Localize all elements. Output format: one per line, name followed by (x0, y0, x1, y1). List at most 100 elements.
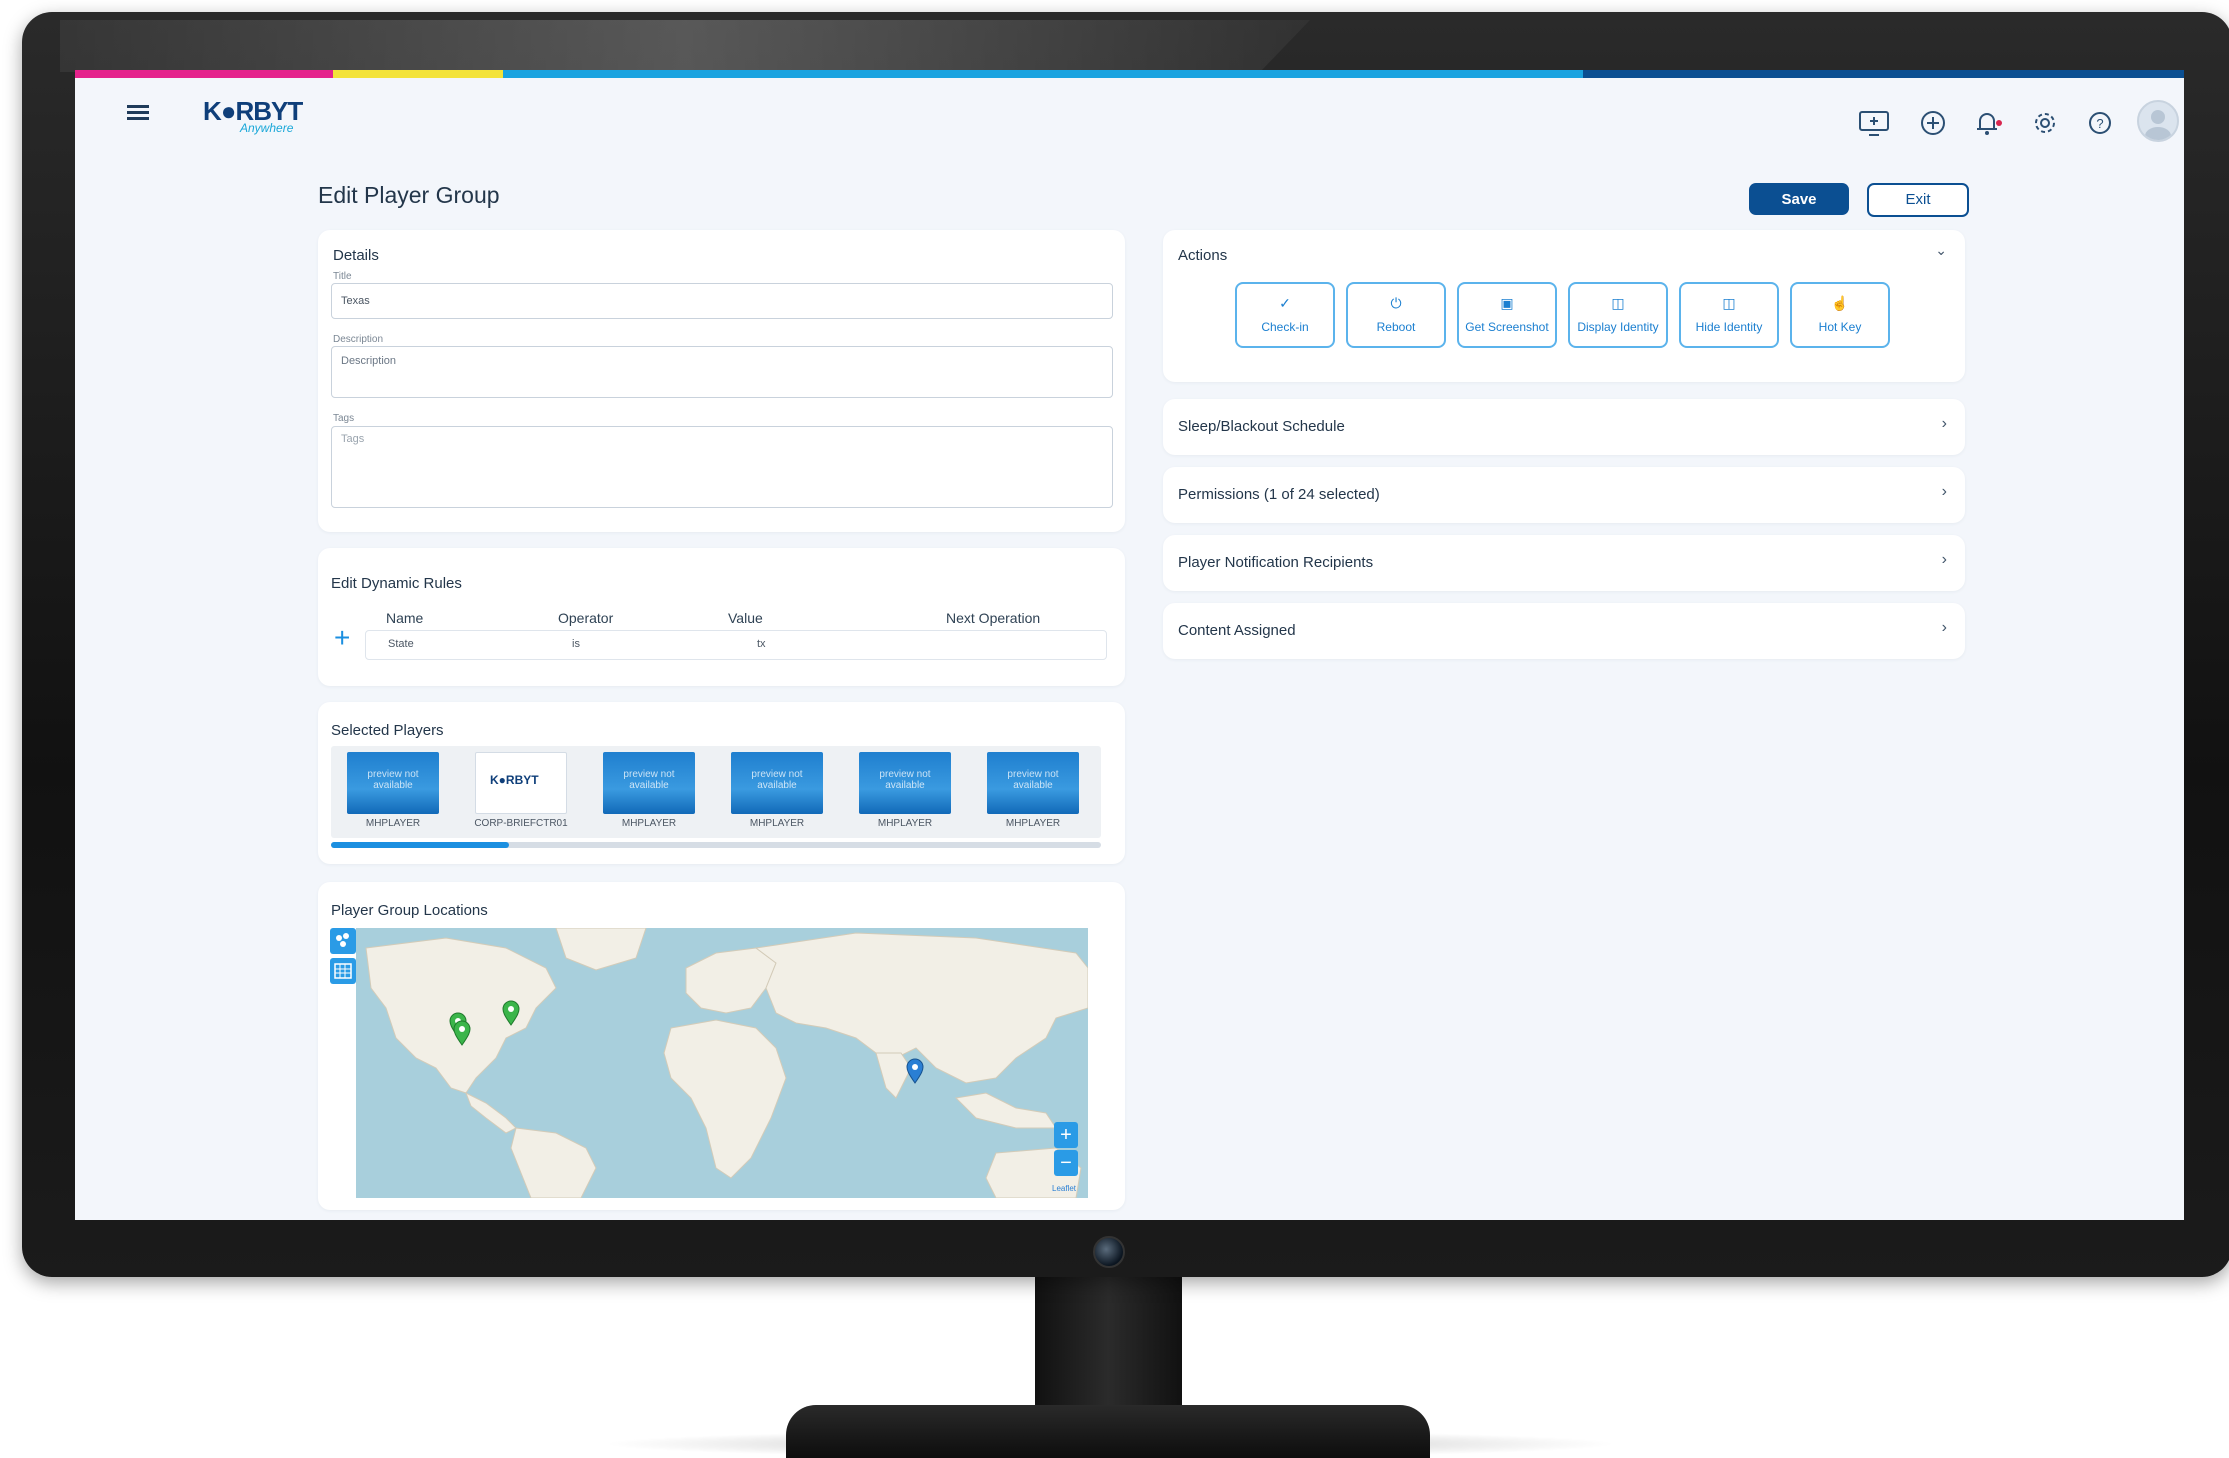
brand-stripe-magenta (75, 70, 333, 78)
map-marker-green[interactable] (502, 1000, 520, 1026)
action-button-label: Display Identity (1577, 320, 1659, 334)
page-title: Edit Player Group (318, 182, 500, 208)
players-scrollbar-thumb[interactable] (331, 842, 509, 848)
map-marker-green[interactable] (453, 1020, 471, 1046)
zoom-out-button[interactable]: − (1054, 1150, 1078, 1176)
player-name: MHPLAYER (621, 818, 677, 829)
accordion-sleep-blackout-schedule[interactable]: Sleep/Blackout Schedule › (1163, 399, 1965, 455)
rule-value-cell[interactable]: tx (757, 638, 766, 650)
rule-name-cell[interactable]: State (388, 638, 414, 650)
player-thumbnail[interactable]: preview not available (987, 752, 1079, 814)
player-thumbnail[interactable]: K●RBYT (475, 752, 567, 814)
locations-card: Player Group Locations + − Leaflet (318, 882, 1125, 1210)
power-icon: ⏻ (1390, 295, 1402, 311)
preview-unavailable-text: preview not available (879, 769, 931, 791)
save-button[interactable]: Save (1749, 183, 1849, 215)
accordion-title: Sleep/Blackout Schedule (1178, 418, 1345, 435)
action-button-check-in[interactable]: ✓ Check-in (1235, 282, 1335, 348)
player-thumbnail[interactable]: preview not available (347, 752, 439, 814)
world-map[interactable]: + − Leaflet (356, 928, 1088, 1198)
rule-row[interactable]: State is tx (365, 630, 1107, 660)
logo-subtitle: Anywhere (240, 121, 294, 135)
chevron-right-icon[interactable]: › (1942, 619, 1947, 637)
action-button-label: Hide Identity (1695, 320, 1763, 334)
gear-icon[interactable] (2030, 108, 2060, 138)
monitor-stand-neck (1035, 1277, 1182, 1415)
svg-text:?: ? (2096, 116, 2103, 131)
chevron-down-icon[interactable]: ⌄ (1935, 242, 1947, 259)
add-rule-plus-icon[interactable]: + (334, 622, 350, 654)
selected-players-card: Selected Players preview not available MH… (318, 702, 1125, 864)
action-button-label: Get Screenshot (1465, 320, 1549, 334)
accordion-content-assigned[interactable]: Content Assigned › (1163, 603, 1965, 659)
check-icon: ✓ (1279, 295, 1291, 311)
brand-stripe-yellow (333, 70, 503, 78)
chevron-right-icon[interactable]: › (1942, 415, 1947, 433)
column-header-next-operation: Next Operation (946, 610, 1041, 626)
user-avatar[interactable] (2137, 100, 2179, 142)
player-thumbnail[interactable]: preview not available (859, 752, 951, 814)
action-button-label: Reboot (1376, 320, 1416, 334)
actions-heading: Actions (1178, 247, 1228, 264)
column-header-operator: Operator (558, 610, 614, 626)
monitor-stand-base (786, 1405, 1430, 1458)
action-button-hide-identity[interactable]: ◫ Hide Identity (1679, 282, 1779, 348)
exit-button[interactable]: Exit (1867, 183, 1969, 217)
player-name: MHPLAYER (1005, 818, 1061, 829)
tags-label: Tags (333, 413, 355, 424)
player-thumbnail[interactable]: preview not available (731, 752, 823, 814)
cluster-toggle-icon[interactable] (330, 928, 356, 954)
action-button-label: Check-in (1261, 320, 1309, 334)
player-name: MHPLAYER (749, 818, 805, 829)
players-carousel: preview not available MHPLAYER K●RBYT CORP-… (331, 746, 1101, 838)
action-button-label: Hot Key (1818, 320, 1862, 334)
title-input[interactable]: Texas (331, 283, 1113, 319)
screenshot-icon: ▣ (1500, 295, 1514, 311)
map-attribution[interactable]: Leaflet (1052, 1184, 1076, 1193)
player-name: MHPLAYER (877, 818, 933, 829)
locations-heading: Player Group Locations (331, 902, 488, 919)
help-icon[interactable]: ? (2085, 108, 2115, 138)
screen-add-icon[interactable] (1858, 108, 1889, 138)
accordion-title: Content Assigned (1178, 622, 1296, 639)
hamburger-menu-icon[interactable] (127, 105, 149, 121)
tags-input[interactable]: Tags (331, 426, 1113, 508)
preview-unavailable-text: preview not available (623, 769, 675, 791)
webcam (1093, 1236, 1125, 1268)
top-bar: K●RBYT Anywhere ? (75, 78, 2184, 178)
description-textarea[interactable]: Description (331, 346, 1113, 398)
action-button-display-identity[interactable]: ◫ Display Identity (1568, 282, 1668, 348)
app-screen: K●RBYT Anywhere ? Edit Player Group Save… (75, 70, 2184, 1220)
plus-circle-icon[interactable] (1918, 108, 1948, 138)
map-marker-blue[interactable] (906, 1058, 924, 1084)
player-thumbnail[interactable]: preview not available (603, 752, 695, 814)
map-land (356, 928, 1088, 1198)
title-label: Title (333, 271, 352, 282)
chevron-right-icon[interactable]: › (1942, 483, 1947, 501)
bell-icon[interactable] (1972, 108, 2002, 138)
action-button-get-screenshot[interactable]: ▣ Get Screenshot (1457, 282, 1557, 348)
zoom-in-button[interactable]: + (1054, 1122, 1078, 1148)
monitor-glare (60, 20, 1310, 72)
hide-identity-icon: ◫ (1722, 295, 1736, 311)
preview-unavailable-text: preview not available (1007, 769, 1059, 791)
player-name: MHPLAYER (365, 818, 421, 829)
action-button-hot-key[interactable]: ☝ Hot Key (1790, 282, 1890, 348)
action-button-reboot[interactable]: ⏻ Reboot (1346, 282, 1446, 348)
table-view-icon[interactable] (330, 958, 356, 984)
column-header-name: Name (386, 610, 424, 626)
accordion-player-notification-recipients[interactable]: Player Notification Recipients › (1163, 535, 1965, 591)
preview-unavailable-text: preview not available (751, 769, 803, 791)
brand-stripe-cyan (503, 70, 1583, 78)
player-name: CORP-BRIEFCTR01 (474, 818, 568, 829)
player-logo: K●RBYT (490, 773, 539, 787)
accordion-title: Player Notification Recipients (1178, 554, 1374, 571)
brand-stripe-navy (1583, 70, 2184, 78)
accordion-permissions-1-of-24-selected[interactable]: Permissions (1 of 24 selected) › (1163, 467, 1965, 523)
hot-key-icon: ☝ (1831, 295, 1849, 311)
rule-operator-cell[interactable]: is (572, 638, 580, 650)
actions-card: Actions ⌄ ✓ Check-in ⏻ Reboot ▣ Get Screensho… (1163, 230, 1965, 382)
chevron-right-icon[interactable]: › (1942, 551, 1947, 569)
display-identity-icon: ◫ (1611, 295, 1625, 311)
description-label: Description (333, 334, 384, 345)
